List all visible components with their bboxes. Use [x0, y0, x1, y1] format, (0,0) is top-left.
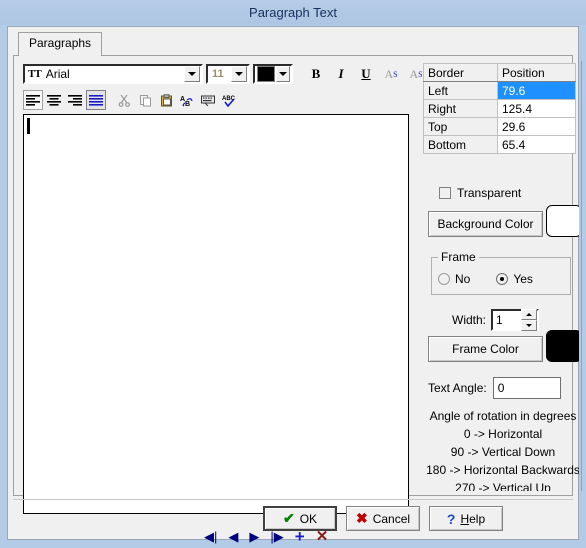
superscript-button[interactable]: AS	[380, 64, 402, 84]
border-label-bottom: Bottom	[423, 135, 498, 154]
panel-divider	[581, 61, 582, 491]
check-icon: ✔	[282, 510, 295, 526]
close-icon: ✖	[355, 510, 368, 526]
superscript-mark: S	[393, 69, 398, 79]
tab-strip: Paragraphs	[13, 32, 573, 56]
keyboard-icon[interactable]	[198, 90, 218, 110]
chevron-down-icon[interactable]	[275, 66, 290, 82]
frame-group: Frame No Yes	[431, 250, 571, 295]
border-label-right: Right	[423, 99, 498, 118]
superscript-letter: A	[384, 66, 394, 81]
chevron-down-icon[interactable]	[184, 66, 200, 82]
font-color-swatch	[257, 66, 275, 82]
dialog-footer: ✔ OK ✖ Cancel ? Help	[13, 499, 573, 535]
table-row[interactable]: Bottom 65.4	[423, 135, 576, 154]
font-color-combo[interactable]	[253, 64, 293, 84]
angle-help-line: Angle of rotation in degrees	[429, 409, 577, 423]
transparent-row[interactable]: Transparent	[439, 186, 521, 200]
bold-button[interactable]: B	[305, 64, 327, 84]
table-row[interactable]: Right 125.4	[423, 99, 576, 118]
spinner-down-icon[interactable]	[521, 320, 538, 331]
border-label-top: Top	[423, 117, 498, 136]
angle-help-line: 270 -> Vertical Up	[455, 481, 551, 491]
frame-yes-radio[interactable]	[496, 273, 509, 285]
frame-color-button[interactable]: Frame Color	[428, 336, 543, 362]
paragraph-toolbar: A B ABC	[23, 89, 239, 111]
angle-help-line: 180 -> Horizontal Backwards	[426, 463, 579, 477]
text-angle-value: 0	[497, 381, 505, 395]
format-toolbar: TT Arial 11 B I U AS AS	[23, 63, 427, 85]
width-spin-buttons[interactable]	[521, 309, 538, 331]
footer-buttons: ✔ OK ✖ Cancel ? Help	[263, 506, 503, 531]
background-color-button[interactable]: Background Color	[428, 211, 543, 237]
text-caret	[27, 118, 30, 134]
font-family-combo[interactable]: TT Arial	[23, 64, 203, 84]
paragraph-text-dialog: Paragraphs TT Arial 11 B I U AS A S A B …	[7, 26, 582, 545]
chevron-down-icon[interactable]	[231, 66, 247, 82]
text-angle-label: Text Angle:	[428, 381, 487, 395]
border-value-left[interactable]: 79.6	[497, 81, 576, 100]
angle-help-line: 0 -> Horizontal	[463, 427, 543, 441]
help-button-label: Help	[460, 511, 486, 526]
align-left-icon[interactable]	[23, 90, 43, 110]
paragraph-text-editor[interactable]	[23, 114, 409, 514]
font-size-value: 11	[212, 68, 224, 80]
cancel-button-label: Cancel	[372, 511, 411, 526]
properties-panel: Border Position Left 79.6 Right 125.4 To…	[419, 61, 586, 491]
align-justify-icon[interactable]	[86, 90, 106, 110]
frame-radio-row: No Yes	[438, 272, 568, 286]
svg-text:B: B	[185, 101, 190, 107]
truetype-icon: TT	[28, 68, 42, 80]
angle-help-text: Angle of rotation in degrees 0 -> Horizo…	[419, 407, 579, 491]
transparent-label: Transparent	[457, 186, 522, 200]
align-right-icon[interactable]	[65, 90, 85, 110]
spinner-up-icon[interactable]	[521, 309, 538, 320]
border-value-top[interactable]: 29.6	[497, 117, 576, 136]
ok-button-label: OK	[299, 511, 318, 526]
text-angle-input[interactable]: 0	[492, 377, 561, 399]
question-mark-icon: ?	[446, 510, 456, 527]
frame-group-caption: Frame	[438, 250, 479, 264]
frame-no-label[interactable]: No	[455, 272, 470, 286]
table-header-row: Border Position	[423, 63, 576, 82]
width-value[interactable]: 1	[493, 313, 521, 327]
help-button[interactable]: ? Help	[429, 506, 503, 531]
ok-button[interactable]: ✔ OK	[263, 506, 337, 531]
frame-yes-label[interactable]: Yes	[513, 272, 533, 286]
background-color-swatch[interactable]	[546, 205, 579, 237]
paste-icon[interactable]	[156, 90, 176, 110]
italic-button[interactable]: I	[330, 64, 352, 84]
frame-no-radio[interactable]	[438, 273, 450, 285]
font-family-value: Arial	[45, 67, 70, 81]
copy-icon[interactable]	[135, 90, 155, 110]
paragraphs-pane: TT Arial 11 B I U AS AS A B ABC ◀| ◀ ▶ |…	[13, 56, 582, 545]
subscript-letter: A	[409, 66, 419, 81]
properties-clip: Border Position Left 79.6 Right 125.4 To…	[419, 61, 579, 491]
frame-color-swatch[interactable]	[546, 330, 579, 362]
border-position-table: Border Position Left 79.6 Right 125.4 To…	[423, 63, 576, 154]
cut-icon[interactable]	[114, 90, 134, 110]
align-center-icon[interactable]	[44, 90, 64, 110]
window-title-bar: Paragraph Text	[0, 0, 586, 25]
transparent-checkbox[interactable]	[439, 187, 451, 199]
width-row: Width: 1	[452, 309, 540, 331]
table-row[interactable]: Left 79.6	[423, 81, 576, 100]
border-value-right[interactable]: 125.4	[497, 99, 576, 118]
window-title: Paragraph Text	[249, 5, 337, 20]
width-stepper[interactable]: 1	[491, 309, 540, 331]
spellcheck-icon[interactable]: ABC	[219, 90, 239, 110]
border-label-left: Left	[423, 81, 498, 100]
underline-button[interactable]: U	[355, 64, 377, 84]
font-size-combo[interactable]: 11	[206, 64, 250, 84]
column-header-position: Position	[497, 63, 576, 82]
width-label: Width:	[452, 313, 487, 327]
tab-paragraphs[interactable]: Paragraphs	[18, 32, 103, 56]
find-replace-icon[interactable]: A B	[177, 90, 197, 110]
table-row[interactable]: Top 29.6	[423, 117, 576, 136]
cancel-button[interactable]: ✖ Cancel	[346, 506, 420, 531]
angle-help-line: 90 -> Vertical Down	[450, 445, 556, 459]
border-value-bottom[interactable]: 65.4	[497, 135, 576, 154]
column-header-border: Border	[423, 63, 498, 82]
text-angle-row: Text Angle: 0	[428, 377, 561, 399]
